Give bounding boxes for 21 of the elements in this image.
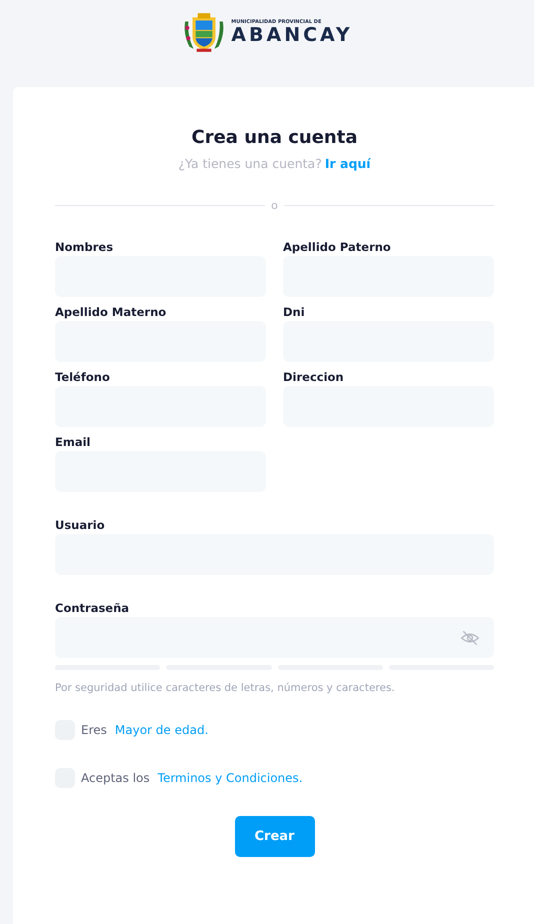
- form-title: Crea una cuenta: [190, 127, 358, 148]
- field-label: Email: [55, 435, 92, 451]
- checkbox-link[interactable]: Mayor de edad.: [114, 723, 208, 737]
- field-label: Teléfono: [55, 370, 111, 386]
- checkbox-label: Aceptas los: [81, 771, 150, 785]
- logo-name: ABANCAY: [231, 25, 353, 45]
- field-label: Usuario: [55, 518, 106, 534]
- field-label: Apellido Materno: [55, 305, 168, 321]
- divider-text: o: [271, 199, 278, 212]
- field-label: Apellido Paterno: [283, 240, 392, 256]
- create-button[interactable]: Crear: [234, 816, 314, 857]
- field-label: Direccion: [283, 370, 345, 386]
- field-label: Dni: [283, 305, 306, 321]
- login-prompt: ¿Ya tienes una cuenta?: [178, 156, 322, 171]
- field-label: Nombres: [55, 240, 114, 256]
- checkbox-label: Eres: [81, 723, 107, 737]
- password-hint: Por seguridad utilice caracteres de letras, números y caracteres.: [55, 682, 396, 694]
- field-label: Contraseña: [55, 601, 130, 617]
- login-link[interactable]: Ir aquí: [324, 156, 371, 171]
- password-field[interactable]: [55, 617, 494, 658]
- checkbox-link[interactable]: Terminos y Condiciones.: [158, 771, 303, 785]
